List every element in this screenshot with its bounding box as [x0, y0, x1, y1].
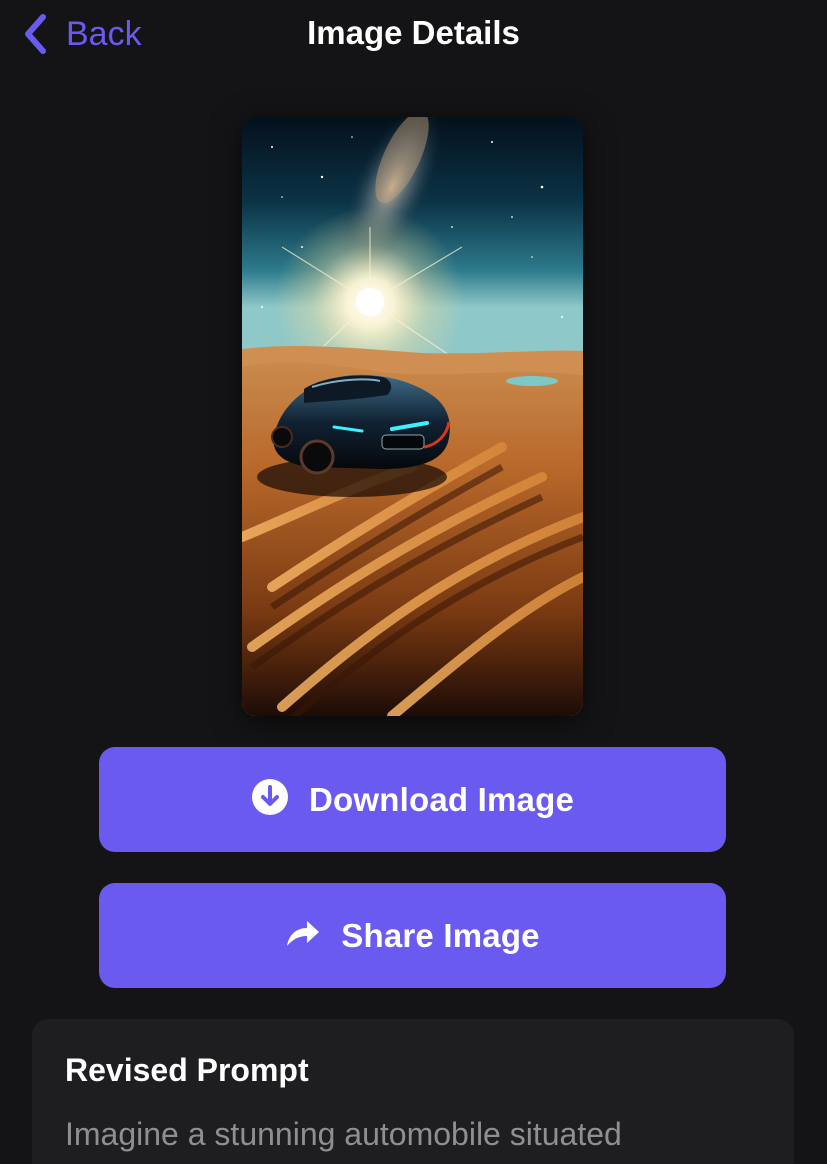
- navigation-bar: Back Image Details: [0, 0, 827, 70]
- revised-prompt-card: Revised Prompt Imagine a stunning automo…: [32, 1019, 794, 1164]
- revised-prompt-heading: Revised Prompt: [65, 1052, 309, 1088]
- share-image-label: Share Image: [341, 916, 540, 954]
- image-details-screen: Back Image Details Download Image Share …: [0, 0, 827, 1164]
- page-title: Image Details: [307, 14, 520, 51]
- arrow-down-circle-icon: [251, 778, 289, 821]
- share-arrow-icon: [285, 918, 321, 953]
- download-image-button[interactable]: Download Image: [99, 747, 726, 852]
- revised-prompt-text: Imagine a stunning automobile situated: [65, 1116, 622, 1152]
- download-image-label: Download Image: [309, 780, 574, 818]
- generated-image: [242, 117, 583, 716]
- share-image-button[interactable]: Share Image: [99, 883, 726, 988]
